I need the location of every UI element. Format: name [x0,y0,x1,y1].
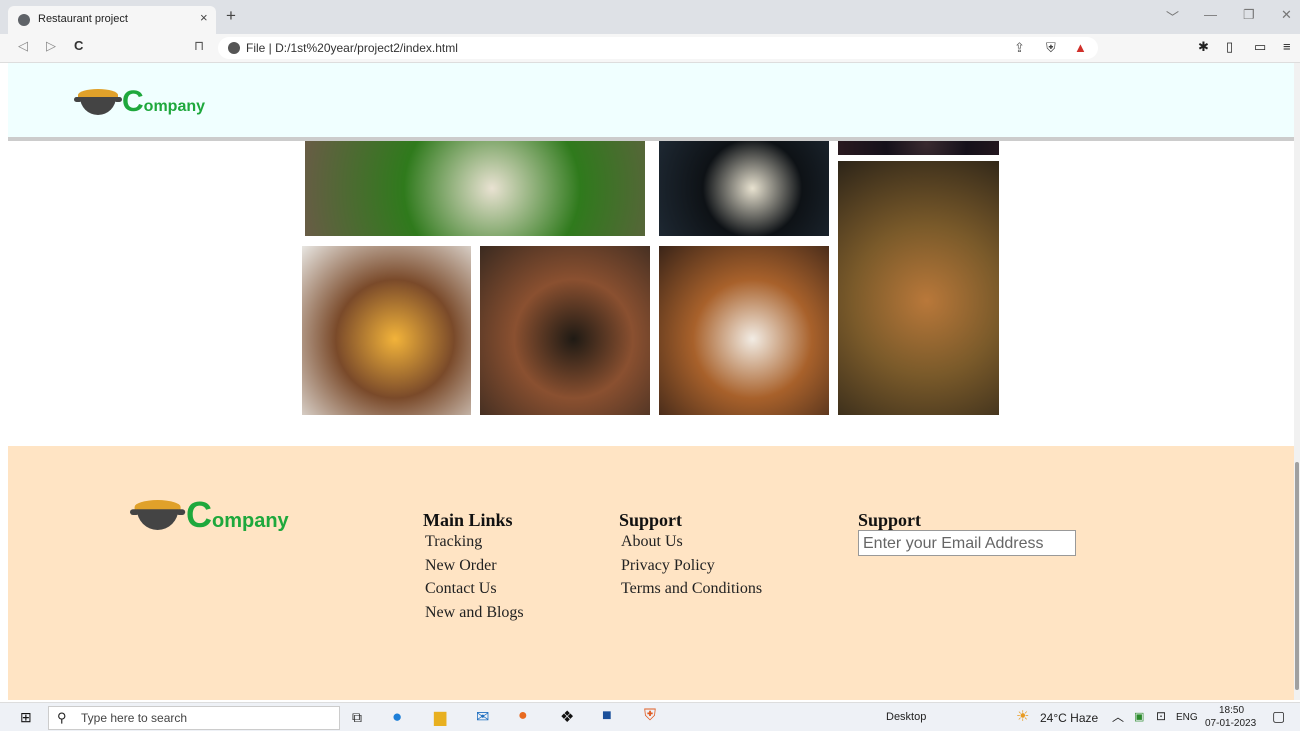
logo-text: Company [122,85,205,119]
link-contact-us[interactable]: Contact Us [425,580,497,598]
edge-icon[interactable]: ● [392,707,402,727]
bookmark-icon[interactable]: ⊓ [194,38,204,54]
menu-icon[interactable]: ≡ [1283,39,1291,54]
windows-start-icon[interactable]: ⊞ [20,709,32,726]
header-logo[interactable]: Company [74,85,205,119]
vscode-like-icon[interactable]: ■ [602,707,612,725]
link-new-and-blogs[interactable]: New and Blogs [425,604,524,622]
link-about-us[interactable]: About Us [621,533,683,551]
battery-icon[interactable]: ⊡ [1156,709,1166,723]
clock-time[interactable]: 18:50 [1219,705,1244,716]
forward-icon[interactable]: ▷ [46,38,56,54]
network-icon[interactable]: ▣ [1134,710,1144,723]
extensions-icon[interactable]: ✱ [1198,39,1209,55]
footer-logo-initial: C [186,494,212,535]
windows-taskbar: ⊞ ⚲ Type here to search ⧉ ● ▆ ✉ ● ❖ ■ ⛨ … [0,702,1300,731]
link-tracking[interactable]: Tracking [425,533,482,551]
weather-icon: ☀ [1016,708,1030,725]
new-tab-button[interactable]: + [226,6,236,26]
taskbar-search-placeholder: Type here to search [81,711,188,725]
link-privacy-policy[interactable]: Privacy Policy [621,557,715,575]
chevron-up-icon[interactable]: ︿ [1112,708,1124,725]
taskbar-search-box[interactable]: ⚲ Type here to search [48,706,340,730]
language-indicator[interactable]: ENG [1176,712,1198,723]
address-bar[interactable]: File | D:/1st%20year/project2/index.html… [218,37,1098,59]
gallery-image-curry-brass-pot [838,161,999,415]
browser-tab[interactable]: Restaurant project × [8,6,216,34]
back-icon[interactable]: ◁ [18,38,28,54]
scrollbar-thumb[interactable] [1295,462,1299,690]
browser-tab-bar: Restaurant project × + ﹀ — ❐ ✕ [0,0,1300,34]
cooking-pot-icon [130,495,186,534]
site-footer: Company Main Links Tracking New Order Co… [8,446,1294,700]
link-terms-and-conditions[interactable]: Terms and Conditions [621,580,762,598]
brave-rewards-icon[interactable]: ▲ [1074,40,1087,55]
support-heading: Support [619,510,683,530]
browser-toolbar: ◁ ▷ C ⊓ File | D:/1st%20year/project2/in… [0,34,1300,63]
close-window-button[interactable]: ✕ [1281,7,1292,23]
minimize-button[interactable]: — [1204,7,1217,22]
globe-icon [18,14,30,26]
brave-shield-icon[interactable]: ⛨ [1046,40,1056,56]
newsletter-heading: Support [858,510,922,530]
wallet-icon[interactable]: ▭ [1254,39,1266,55]
gallery-image-egg-toast [302,246,471,415]
footer-logo[interactable]: Company [130,494,289,536]
url-prefix: File [246,41,266,55]
reload-icon[interactable]: C [74,38,83,53]
clock-date[interactable]: 07-01-2023 [1205,718,1256,729]
footer-logo-text: Company [186,494,289,536]
logo-initial: C [122,85,144,118]
main-links-heading: Main Links [423,510,513,530]
task-view-icon[interactable]: ⧉ [352,709,362,726]
gallery-image-cream-cupcakes [659,246,829,415]
search-icon: ⚲ [57,710,67,725]
gallery-image-dosa-plate [659,130,829,236]
email-input[interactable]: Enter your Email Address [858,530,1076,556]
notification-icon[interactable]: ▢ [1272,708,1285,725]
share-icon[interactable]: ⇪ [1014,40,1025,56]
gallery-image-sizzler-platter [480,246,650,415]
logo-rest: ompany [143,98,206,115]
dropbox-icon[interactable]: ❖ [560,707,574,727]
site-header: Company [8,63,1294,141]
restore-button[interactable]: ❐ [1243,7,1255,23]
desktop-toolbar-label[interactable]: Desktop [886,711,926,723]
tab-title: Restaurant project [38,13,128,25]
cooking-pot-icon [74,85,122,119]
link-new-order[interactable]: New Order [425,557,497,575]
footer-logo-rest: ompany [212,510,289,532]
weather-text[interactable]: 24°C Haze [1040,711,1098,725]
url-path: D:/1st%20year/project2/index.html [275,41,458,55]
firefox-icon[interactable]: ● [518,707,528,725]
file-explorer-icon[interactable]: ▆ [434,707,446,727]
mail-icon[interactable]: ✉ [476,707,489,727]
brave-icon[interactable]: ⛨ [644,707,656,725]
tab-search-icon[interactable]: ﹀ [1166,7,1179,26]
url-text: File | D:/1st%20year/project2/index.html [246,41,458,55]
tab-close-button[interactable]: × [200,10,208,25]
gallery-image-banana-leaf-meal [305,130,645,236]
sidebar-icon[interactable]: ▯ [1226,39,1233,55]
info-icon[interactable] [228,42,240,54]
